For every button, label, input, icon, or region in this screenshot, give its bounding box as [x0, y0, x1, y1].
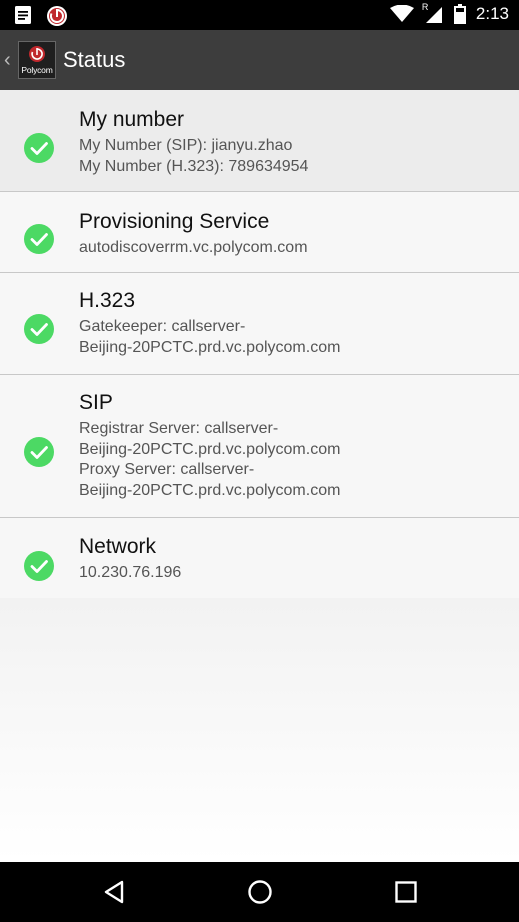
item-detail: My Number (SIP): jianyu.zhao: [79, 137, 293, 154]
list-item-my-number[interactable]: My number My Number (SIP): jianyu.zhao M…: [0, 90, 519, 192]
roaming-label: R: [421, 2, 429, 12]
back-triangle-icon[interactable]: [100, 877, 130, 907]
list-item-provisioning-service[interactable]: Provisioning Service autodiscoverrm.vc.p…: [0, 192, 519, 273]
home-circle-icon[interactable]: [245, 877, 275, 907]
notification-doc-icon: [15, 6, 31, 24]
app-bar: ‹ Polycom Status: [0, 30, 519, 90]
check-circle-icon: [24, 551, 54, 581]
list-item-network[interactable]: Network 10.230.76.196: [0, 518, 519, 600]
item-detail: 10.230.76.196: [79, 564, 182, 581]
status-bar: R 2:13: [0, 0, 519, 30]
item-detail: Beijing-20PCTC.prd.vc.polycom.com: [79, 338, 341, 356]
list-item-sip[interactable]: SIP Registrar Server: callserver- Beijin…: [0, 375, 519, 518]
list-item-h323[interactable]: H.323 Gatekeeper: callserver- Beijing-20…: [0, 273, 519, 375]
battery-icon: [453, 4, 466, 24]
item-title: H.323: [79, 289, 136, 312]
item-detail: autodiscoverrm.vc.polycom.com: [79, 239, 308, 256]
item-title: My number: [79, 108, 185, 131]
check-circle-icon: [24, 133, 54, 163]
item-title: Provisioning Service: [79, 210, 270, 233]
item-detail: Proxy Server: callserver-: [79, 461, 255, 478]
item-title: SIP: [79, 391, 113, 414]
item-detail: Gatekeeper: callserver-: [79, 318, 246, 335]
item-title: Network: [79, 535, 157, 558]
check-circle-icon: [24, 224, 54, 254]
polycom-notification-icon: [47, 6, 67, 26]
empty-area: [0, 598, 519, 862]
clock: 2:13: [475, 4, 509, 23]
item-detail: Beijing-20PCTC.prd.vc.polycom.com: [79, 481, 341, 499]
navigation-bar: [0, 862, 519, 922]
polycom-logo-icon: [29, 46, 45, 62]
item-detail: My Number (H.323): 789634954: [79, 157, 309, 175]
item-detail: Registrar Server: callserver-: [79, 420, 279, 437]
check-circle-icon: [24, 437, 54, 467]
logo-text: Polycom: [21, 65, 53, 75]
page-title: Status: [63, 47, 126, 72]
check-circle-icon: [24, 314, 54, 344]
polycom-logo[interactable]: Polycom: [18, 41, 56, 79]
recents-square-icon[interactable]: [391, 877, 421, 907]
item-detail: Beijing-20PCTC.prd.vc.polycom.com: [79, 440, 341, 458]
chevron-left-icon[interactable]: ‹: [4, 49, 16, 72]
wifi-icon: [389, 5, 414, 22]
status-list: My number My Number (SIP): jianyu.zhao M…: [0, 90, 519, 600]
